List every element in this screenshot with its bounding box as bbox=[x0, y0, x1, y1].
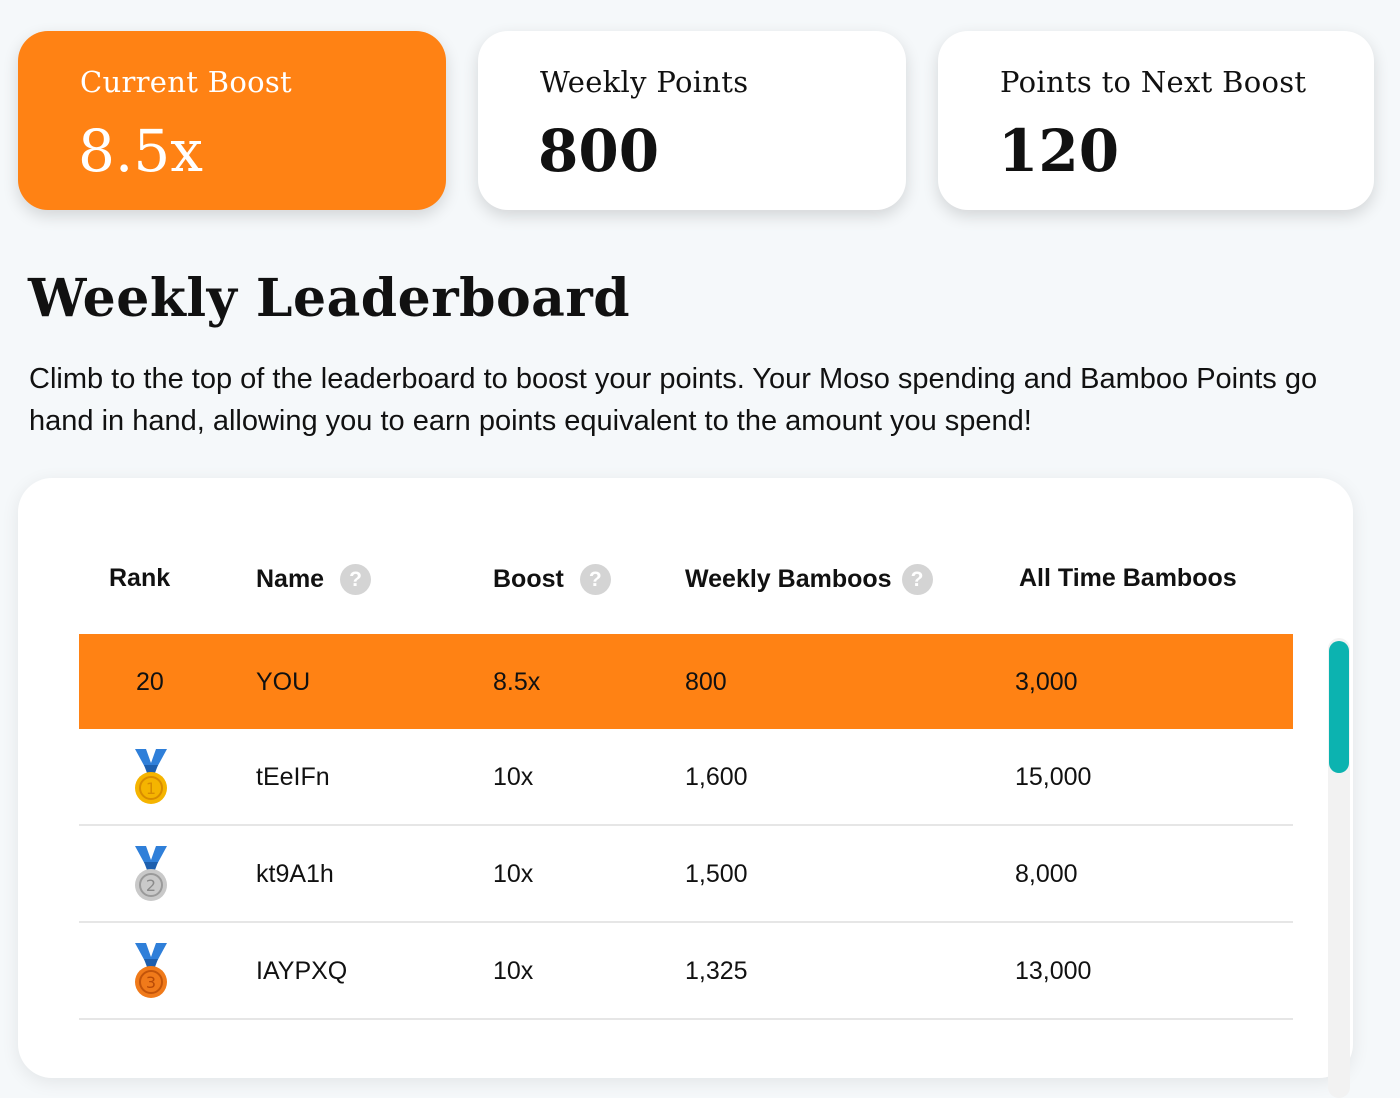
weekly-cell: 1,325 bbox=[685, 957, 748, 985]
current-boost-label: Current Boost bbox=[80, 65, 292, 99]
medal-number: 3 bbox=[146, 973, 156, 992]
weekly-header: Weekly Bamboos ? bbox=[685, 564, 933, 595]
weekly-points-card: Weekly Points 800 bbox=[478, 31, 906, 210]
all-time-header: All Time Bamboos bbox=[1019, 564, 1237, 593]
weekly-header-label: Weekly Bamboos bbox=[685, 565, 892, 593]
name-cell: tEeIFn bbox=[256, 763, 330, 791]
next-boost-card: Points to Next Boost 120 bbox=[938, 31, 1374, 210]
bronze-medal-icon: 3 bbox=[133, 943, 169, 1001]
boost-header: Boost ? bbox=[493, 564, 611, 595]
weekly-cell: 1,600 bbox=[685, 763, 748, 791]
all-time-cell: 15,000 bbox=[1015, 763, 1092, 791]
rank-header: Rank bbox=[109, 564, 170, 593]
next-boost-value: 120 bbox=[998, 117, 1120, 185]
weekly-points-label: Weekly Points bbox=[540, 65, 749, 99]
weekly-cell: 800 bbox=[685, 668, 727, 696]
boost-cell: 8.5x bbox=[493, 668, 541, 696]
name-cell: kt9A1h bbox=[256, 860, 334, 888]
table-row-you[interactable]: 20 YOU 8.5x 800 3,000 bbox=[79, 634, 1293, 729]
current-boost-value: 8.5x bbox=[78, 117, 203, 185]
rank-cell: 20 bbox=[136, 668, 164, 696]
rank-header-label: Rank bbox=[109, 564, 171, 592]
boost-cell: 10x bbox=[493, 860, 534, 888]
boost-header-label: Boost bbox=[493, 565, 564, 593]
medal-number: 2 bbox=[146, 876, 156, 895]
table-header: Rank Name ? Boost ? Weekly Bamboos ? All… bbox=[18, 558, 1353, 602]
gold-medal-icon: 1 bbox=[133, 749, 169, 807]
table-row[interactable]: 2 kt9A1h 10x 1,500 8,000 bbox=[79, 826, 1293, 923]
name-header: Name ? bbox=[256, 564, 372, 595]
leaderboard-description: Climb to the top of the leaderboard to b… bbox=[29, 363, 1318, 437]
scrollbar-thumb[interactable] bbox=[1329, 641, 1349, 773]
leaderboard-title: Weekly Leaderboard bbox=[28, 268, 631, 329]
boost-help-icon[interactable]: ? bbox=[579, 564, 611, 595]
name-cell: IAYPXQ bbox=[256, 957, 348, 985]
name-header-label: Name bbox=[256, 565, 325, 593]
name-help-icon[interactable]: ? bbox=[340, 564, 372, 595]
current-boost-card: Current Boost 8.5x bbox=[18, 31, 446, 210]
all-time-cell: 13,000 bbox=[1015, 957, 1092, 985]
leaderboard-table: Rank Name ? Boost ? Weekly Bamboos ? All… bbox=[18, 478, 1353, 1098]
table-row[interactable]: 1 tEeIFn 10x 1,600 15,000 bbox=[79, 729, 1293, 826]
next-boost-label: Points to Next Boost bbox=[1000, 65, 1307, 99]
silver-medal-icon: 2 bbox=[133, 846, 169, 904]
table-body: 20 YOU 8.5x 800 3,000 1 tEeIFn 10x 1,600… bbox=[79, 634, 1293, 1020]
all-time-cell: 8,000 bbox=[1015, 860, 1078, 888]
weekly-points-value: 800 bbox=[538, 117, 660, 185]
boost-cell: 10x bbox=[493, 957, 534, 985]
leaderboard-scrollbar[interactable] bbox=[1328, 638, 1350, 1098]
weekly-help-icon[interactable]: ? bbox=[901, 564, 933, 595]
all-time-header-label: All Time Bamboos bbox=[1019, 564, 1237, 592]
table-row[interactable]: 3 IAYPXQ 10x 1,325 13,000 bbox=[79, 923, 1293, 1020]
all-time-cell: 3,000 bbox=[1015, 668, 1078, 696]
boost-cell: 10x bbox=[493, 763, 534, 791]
name-cell: YOU bbox=[256, 668, 311, 696]
medal-number: 1 bbox=[146, 779, 156, 798]
weekly-cell: 1,500 bbox=[685, 860, 748, 888]
